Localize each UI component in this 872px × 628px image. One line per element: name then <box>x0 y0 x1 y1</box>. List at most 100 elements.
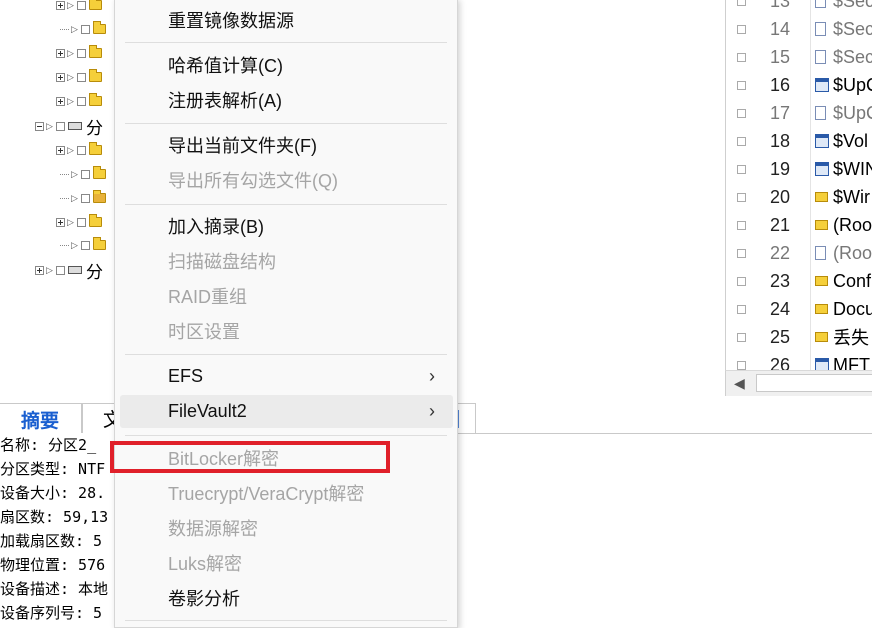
file-checkbox[interactable] <box>737 108 746 118</box>
tree-checkbox[interactable] <box>81 193 90 203</box>
menu-item-raid[interactable]: RAID重组 <box>120 279 453 312</box>
document-icon <box>815 0 826 8</box>
tree-node[interactable]: ▷ <box>60 18 106 40</box>
detail-line: 加载扇区数: 5 <box>0 532 103 550</box>
menu-item-q[interactable]: 导出所有勾选文件(Q) <box>120 163 453 196</box>
scrollbar-thumb[interactable] <box>756 374 872 392</box>
expand-icon[interactable] <box>56 217 65 227</box>
file-list[interactable]: 13 $Sec 14 $Sec 15 $Sec 16 $UpC 17 $UpC 18 $Vol 19 $W… <box>725 0 872 370</box>
folder-icon <box>815 192 828 202</box>
tree-node[interactable]: ▷ <box>60 234 106 256</box>
file-checkbox[interactable] <box>737 52 746 62</box>
submenu-arrow-icon: › <box>429 366 435 386</box>
menu-item-8[interactable]: 时区设置 <box>120 314 453 347</box>
menu-item-efs[interactable]: EFS › <box>120 360 453 393</box>
file-checkbox[interactable] <box>737 24 746 34</box>
tree-checkbox[interactable] <box>77 96 86 106</box>
menu-separator <box>125 204 447 205</box>
tree-checkbox[interactable] <box>56 121 65 131</box>
tree-node[interactable]: ▷ <box>56 139 102 161</box>
tree-checkbox[interactable] <box>77 0 86 10</box>
file-checkbox[interactable] <box>737 276 746 286</box>
menu-item-c[interactable]: 哈希值计算(C) <box>120 48 453 81</box>
file-row[interactable]: 24 Docu <box>726 295 872 323</box>
file-row[interactable]: 18 $Vol <box>726 127 872 155</box>
file-row-number: 13 <box>770 0 791 11</box>
menu-item-15[interactable]: 卷影分析 <box>120 581 453 614</box>
file-name: $UpC <box>833 102 872 123</box>
tree-node[interactable]: ▷ <box>60 163 106 185</box>
evidence-tree[interactable]: ▷ ▷ ▷ ▷ ▷ ▷ 分 ▷ ▷ ▷ ▷ ▷ ▷ 分 <box>0 0 115 398</box>
file-name: Conf <box>833 270 872 291</box>
file-row[interactable]: 15 $Sec <box>726 43 872 71</box>
menu-item-b[interactable]: 加入摘录(B) <box>120 209 453 242</box>
tree-checkbox[interactable] <box>77 48 86 58</box>
file-row[interactable]: 19 $WIN <box>726 155 872 183</box>
file-name: $Sec <box>833 0 872 11</box>
file-row[interactable]: 16 $UpC <box>726 71 872 99</box>
file-checkbox[interactable] <box>737 304 746 314</box>
tab-summary[interactable]: 摘要 <box>0 403 82 434</box>
menu-item-filevault2[interactable]: FileVault2 › <box>120 395 453 428</box>
file-checkbox[interactable] <box>737 136 746 146</box>
file-row[interactable]: 17 $UpC <box>726 99 872 127</box>
collapse-icon[interactable] <box>35 121 44 131</box>
file-row[interactable]: 20 $Wir <box>726 183 872 211</box>
tree-checkbox[interactable] <box>81 169 90 179</box>
tree-checkbox[interactable] <box>77 145 86 155</box>
expand-icon[interactable] <box>56 0 65 10</box>
file-row[interactable]: 13 $Sec <box>726 0 872 15</box>
menu-item-0[interactable]: 重置镜像数据源 <box>120 3 453 36</box>
node-type-icon: ▷ <box>71 168 78 179</box>
tree-node[interactable]: ▷ <box>56 66 102 88</box>
expand-icon[interactable] <box>56 72 65 82</box>
file-row[interactable]: 25 丢失 <box>726 323 872 351</box>
menu-item-6[interactable]: 扫描磁盘结构 <box>120 244 453 277</box>
tree-node[interactable]: ▷ <box>56 90 102 112</box>
tree-node[interactable]: ▷ <box>56 42 102 64</box>
tree-node[interactable]: ▷ <box>56 0 102 16</box>
expand-icon[interactable] <box>56 96 65 106</box>
file-checkbox[interactable] <box>737 192 746 202</box>
menu-item-luks[interactable]: Luks解密 <box>120 546 453 579</box>
file-checkbox[interactable] <box>737 80 746 90</box>
node-type-icon: ▷ <box>67 71 74 82</box>
tree-node[interactable]: ▷ <box>60 187 106 209</box>
tree-checkbox[interactable] <box>77 72 86 82</box>
lost-files-folder-icon <box>93 190 106 203</box>
context-menu[interactable]: 重置镜像数据源 哈希值计算(C) 注册表解析(A) 导出当前文件夹(F) 导出所有勾选文… <box>114 0 458 628</box>
menu-item-a[interactable]: 注册表解析(A) <box>120 83 453 116</box>
file-row[interactable]: 22 (Roo <box>726 239 872 267</box>
file-row[interactable]: 21 (Roo <box>726 211 872 239</box>
file-checkbox[interactable] <box>737 248 746 258</box>
file-row[interactable]: 14 $Sec <box>726 15 872 43</box>
expand-icon[interactable] <box>35 265 44 275</box>
file-name: MFT <box>833 354 870 371</box>
expand-icon[interactable] <box>56 145 65 155</box>
menu-item-truecrypt-veracrypt[interactable]: Truecrypt/VeraCrypt解密 <box>120 476 453 509</box>
file-checkbox[interactable] <box>737 220 746 230</box>
folder-icon <box>93 237 106 250</box>
menu-item-f[interactable]: 导出当前文件夹(F) <box>120 128 453 161</box>
tree-checkbox[interactable] <box>81 240 90 250</box>
menu-item-13[interactable]: 数据源解密 <box>120 511 453 544</box>
detail-line: 扇区数: 59,13 <box>0 508 109 526</box>
file-checkbox[interactable] <box>737 0 746 6</box>
expand-icon[interactable] <box>56 48 65 58</box>
file-row[interactable]: 26 MFT <box>726 351 872 370</box>
tree-node-partition[interactable]: ▷ 分 <box>35 115 103 138</box>
horizontal-scrollbar[interactable]: ◀ <box>725 370 872 396</box>
file-checkbox[interactable] <box>737 360 746 370</box>
tree-checkbox[interactable] <box>81 24 90 34</box>
tree-checkbox[interactable] <box>77 217 86 227</box>
file-row-number: 21 <box>770 214 791 235</box>
file-checkbox[interactable] <box>737 164 746 174</box>
scroll-left-icon[interactable]: ◀ <box>734 375 745 392</box>
file-row-number: 15 <box>770 46 791 67</box>
file-row[interactable]: 23 Conf <box>726 267 872 295</box>
tree-checkbox[interactable] <box>56 265 65 275</box>
document-icon <box>815 50 826 64</box>
tree-node[interactable]: ▷ <box>56 211 102 233</box>
file-checkbox[interactable] <box>737 332 746 342</box>
tree-node-partition[interactable]: ▷ 分 <box>35 259 103 282</box>
